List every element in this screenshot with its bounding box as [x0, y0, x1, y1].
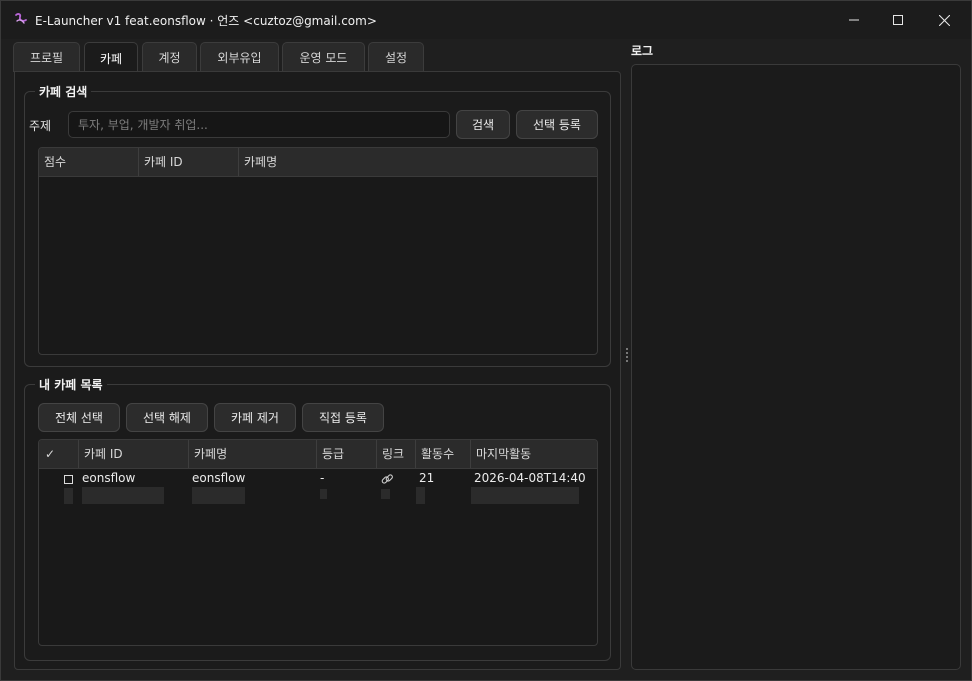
close-button[interactable]: [921, 1, 967, 39]
tab-profile[interactable]: 프로필: [13, 42, 80, 72]
cell-cafe-name: eonsflow: [192, 471, 246, 485]
column-cafe-id[interactable]: 카페 ID: [79, 440, 189, 468]
my-cafes-group: 내 카페 목록 전체 선택 선택 해제 카페 제거 직접 등록 ✓ 카페 ID …: [24, 376, 611, 661]
column-check[interactable]: ✓: [39, 440, 79, 468]
cell-grade: -: [320, 471, 325, 485]
link-icon[interactable]: [381, 473, 394, 486]
tab-cafe[interactable]: 카페: [84, 42, 138, 73]
app-logo-icon: [15, 13, 27, 24]
tab-settings[interactable]: 설정: [368, 42, 424, 72]
log-output[interactable]: [631, 64, 961, 670]
redacted-block: [64, 488, 73, 504]
my-cafes-table[interactable]: ✓ 카페 ID 카페명 등급 링크 활동수 마지막활동 eonsflow eon…: [38, 439, 598, 646]
my-cafes-header: ✓ 카페 ID 카페명 등급 링크 활동수 마지막활동: [39, 440, 597, 469]
cafe-tab-panel: 카페 검색 주제 검색 선택 등록 점수 카페 ID 카페명 내 카페 목록 전…: [14, 71, 621, 670]
redacted-block: [416, 487, 425, 504]
redacted-block: [471, 487, 579, 504]
row-checkbox[interactable]: [64, 475, 73, 484]
column-grade[interactable]: 등급: [317, 440, 377, 468]
tab-external-traffic[interactable]: 외부유입: [200, 42, 279, 72]
column-last-activity[interactable]: 마지막활동: [471, 440, 597, 468]
redacted-block: [320, 489, 327, 499]
cafe-search-group: 카페 검색 주제 검색 선택 등록 점수 카페 ID 카페명: [24, 83, 611, 367]
topic-input[interactable]: [68, 111, 450, 138]
close-icon: [938, 14, 950, 26]
column-cafe-id[interactable]: 카페 ID: [139, 148, 239, 176]
minimize-icon: [849, 19, 859, 21]
select-all-button[interactable]: 전체 선택: [38, 403, 120, 432]
column-link[interactable]: 링크: [377, 440, 416, 468]
cell-activity-count: 21: [419, 471, 435, 485]
redacted-block: [192, 487, 245, 504]
tab-operation-mode[interactable]: 운영 모드: [282, 42, 365, 72]
manual-register-button[interactable]: 직접 등록: [302, 403, 384, 432]
panel-splitter-handle[interactable]: [626, 348, 629, 366]
tab-account[interactable]: 계정: [142, 42, 197, 72]
cell-cafe-id: eonsflow: [82, 471, 136, 485]
register-selected-button[interactable]: 선택 등록: [516, 110, 598, 139]
my-cafes-title: 내 카페 목록: [35, 376, 107, 393]
redacted-block: [381, 489, 390, 499]
app-window: E-Launcher v1 feat.eonsflow · 언즈 <cuztoz…: [0, 0, 972, 681]
title-bar[interactable]: E-Launcher v1 feat.eonsflow · 언즈 <cuztoz…: [1, 1, 971, 39]
window-title: E-Launcher v1 feat.eonsflow · 언즈 <cuztoz…: [35, 14, 377, 28]
log-label: 로그: [631, 44, 654, 58]
table-row[interactable]: eonsflow eonsflow - 21 2026-04-08T14:40: [39, 469, 597, 507]
column-cafe-name[interactable]: 카페명: [189, 440, 317, 468]
cafe-search-title: 카페 검색: [35, 83, 92, 100]
minimize-button[interactable]: [831, 1, 877, 39]
maximize-icon: [893, 15, 903, 25]
column-activity-count[interactable]: 활동수: [416, 440, 471, 468]
maximize-button[interactable]: [875, 1, 921, 39]
redacted-block: [82, 487, 164, 504]
search-button[interactable]: 검색: [456, 110, 510, 139]
remove-cafe-button[interactable]: 카페 제거: [214, 403, 296, 432]
search-results-header: 점수 카페 ID 카페명: [39, 148, 597, 177]
topic-label: 주제: [29, 119, 52, 133]
search-results-table[interactable]: 점수 카페 ID 카페명: [38, 147, 598, 355]
column-score[interactable]: 점수: [39, 148, 139, 176]
deselect-button[interactable]: 선택 해제: [126, 403, 208, 432]
column-cafe-name[interactable]: 카페명: [239, 148, 597, 176]
cell-last-activity: 2026-04-08T14:40: [474, 471, 586, 485]
